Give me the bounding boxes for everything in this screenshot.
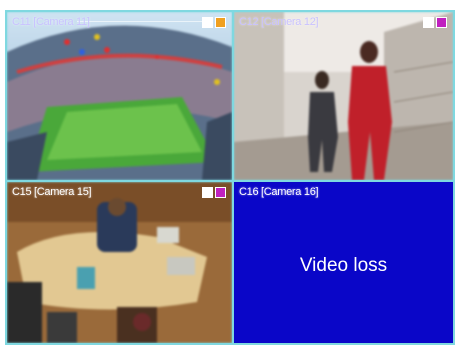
camera-grid: C11 [Camera 11] C12 [Camera 12] C15 [Cam… [5, 10, 455, 345]
indicator-icon [215, 187, 226, 198]
status-indicators [202, 17, 226, 28]
camera-label: C16 [Camera 16] [239, 186, 319, 198]
indicator-icon [436, 17, 447, 28]
camera-feed-stadium [7, 12, 232, 180]
overlay-line [77, 21, 202, 22]
camera-tile-c12[interactable]: C12 [Camera 12] [234, 12, 453, 180]
camera-tile-c15[interactable]: C15 [Camera 15] [7, 182, 232, 343]
status-indicators [202, 187, 226, 198]
video-loss-message: Video loss [299, 255, 388, 276]
camera-label: C12 [Camera 12] [239, 16, 319, 28]
indicator-icon [215, 17, 226, 28]
camera-feed-office [7, 182, 232, 343]
camera-tile-c11[interactable]: C11 [Camera 11] [7, 12, 232, 180]
camera-label: C15 [Camera 15] [12, 186, 92, 198]
indicator-icon [202, 187, 213, 198]
status-indicators [423, 17, 447, 28]
indicator-icon [423, 17, 434, 28]
indicator-icon [202, 17, 213, 28]
camera-feed-walkway [234, 12, 453, 180]
camera-label: C11 [Camera 11] [12, 16, 90, 28]
camera-tile-c16[interactable]: C16 [Camera 16] Video loss [234, 182, 453, 343]
